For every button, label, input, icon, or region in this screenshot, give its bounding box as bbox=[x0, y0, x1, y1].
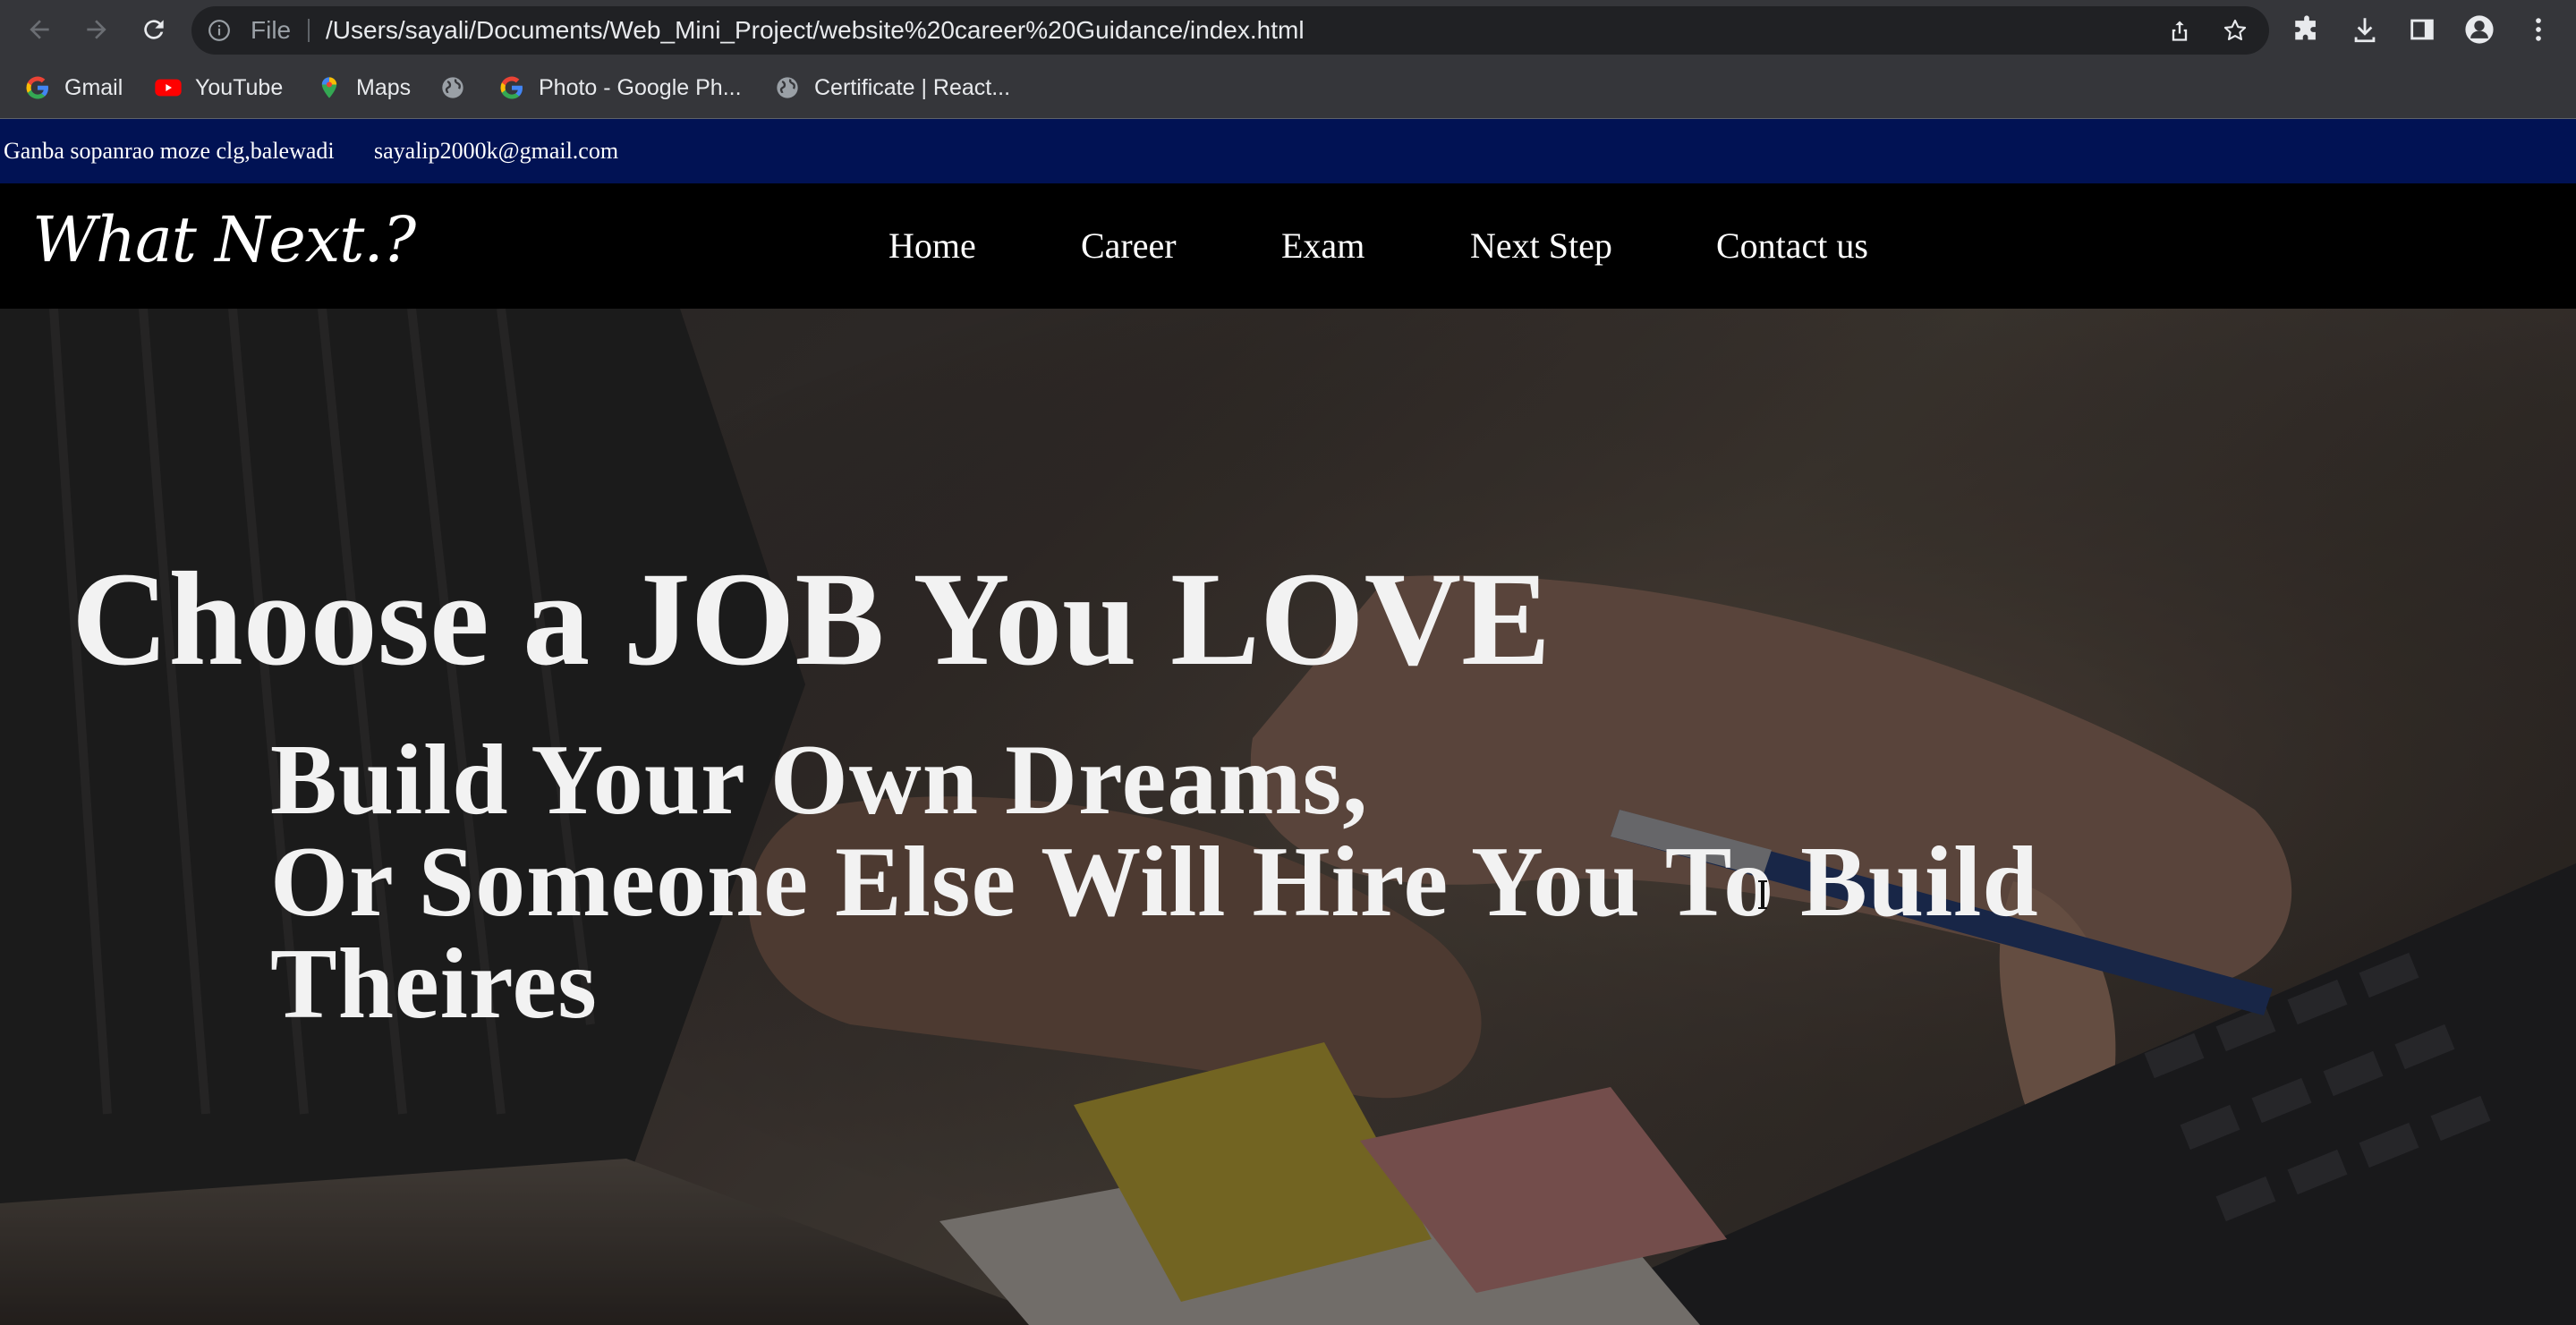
bookmark-globe[interactable] bbox=[438, 72, 480, 104]
reload-button[interactable] bbox=[136, 12, 172, 47]
bookmark-label: Photo - Google Ph... bbox=[539, 74, 742, 100]
text-cursor-icon bbox=[1758, 880, 1767, 909]
google-icon bbox=[497, 73, 526, 102]
share-icon[interactable] bbox=[2167, 18, 2192, 43]
bookmark-gmail[interactable]: Gmail bbox=[23, 72, 123, 104]
bookmark-label: YouTube bbox=[195, 74, 284, 100]
bookmark-certificate[interactable]: Certificate | React... bbox=[773, 72, 1010, 104]
address-bar[interactable]: File /Users/sayali/Documents/Web_Mini_Pr… bbox=[191, 6, 2269, 55]
arrow-left-icon bbox=[30, 20, 49, 39]
profile-avatar-icon[interactable] bbox=[2464, 14, 2495, 45]
download-icon[interactable] bbox=[2350, 14, 2380, 45]
star-icon[interactable] bbox=[2223, 18, 2248, 43]
bookmark-label: Certificate | React... bbox=[814, 74, 1011, 100]
info-icon[interactable] bbox=[208, 19, 231, 42]
bookmark-maps[interactable]: Maps bbox=[315, 72, 411, 104]
college-address: Ganba sopanrao moze clg,balewadi bbox=[4, 138, 335, 164]
bookmark-label: Gmail bbox=[64, 74, 123, 100]
arrow-right-icon bbox=[87, 20, 106, 39]
hero-section: Choose a JOB You LOVE Build Your Own Dre… bbox=[0, 309, 2576, 1325]
nav-exam[interactable]: Exam bbox=[1281, 183, 1365, 309]
nav-next-step[interactable]: Next Step bbox=[1470, 183, 1612, 309]
side-panel-icon[interactable] bbox=[2407, 14, 2437, 45]
hero-heading: Choose a JOB You LOVE bbox=[72, 545, 1552, 693]
nav-home[interactable]: Home bbox=[888, 183, 976, 309]
file-scheme-label: File bbox=[251, 16, 292, 44]
nav-contact-us[interactable]: Contact us bbox=[1716, 183, 1868, 309]
google-icon bbox=[23, 73, 52, 102]
youtube-icon bbox=[154, 73, 183, 102]
bookmark-youtube[interactable]: YouTube bbox=[154, 72, 283, 104]
nav-career[interactable]: Career bbox=[1081, 183, 1177, 309]
hero-subheading: Build Your Own Dreams, Or Someone Else W… bbox=[270, 729, 2039, 1035]
hero-subheading-line: Build Your Own Dreams, bbox=[270, 725, 1369, 836]
maps-pin-icon bbox=[315, 73, 344, 102]
hero-subheading-line: Or Someone Else Will Hire You To Build bbox=[270, 827, 2039, 938]
browser-toolbar: File /Users/sayali/Documents/Web_Mini_Pr… bbox=[0, 0, 2576, 59]
extensions-icon[interactable] bbox=[2291, 14, 2322, 45]
bookmark-label: Maps bbox=[356, 74, 412, 100]
site-navbar: What Next.? Home Career Exam Next Step C… bbox=[0, 183, 2576, 309]
more-menu-icon[interactable] bbox=[2523, 14, 2554, 45]
globe-icon bbox=[773, 73, 802, 102]
globe-icon bbox=[438, 73, 467, 102]
bookmarks-bar: Gmail YouTube Maps Photo - Google Ph... bbox=[0, 59, 2576, 118]
omnibox-divider bbox=[308, 19, 310, 42]
url-text[interactable]: /Users/sayali/Documents/Web_Mini_Project… bbox=[326, 6, 1305, 55]
contact-email[interactable]: sayalip2000k@gmail.com bbox=[374, 119, 618, 183]
back-button[interactable] bbox=[21, 12, 57, 47]
contact-topbar: Ganba sopanrao moze clg,balewadi sayalip… bbox=[0, 119, 2576, 183]
web-page: Ganba sopanrao moze clg,balewadi sayalip… bbox=[0, 119, 2576, 1325]
bookmark-google-photos[interactable]: Photo - Google Ph... bbox=[497, 72, 742, 104]
forward-button[interactable] bbox=[79, 12, 115, 47]
reload-icon bbox=[144, 20, 164, 39]
browser-chrome: File /Users/sayali/Documents/Web_Mini_Pr… bbox=[0, 0, 2576, 119]
hero-subheading-line: Theires bbox=[270, 929, 598, 1040]
site-logo[interactable]: What Next.? bbox=[32, 203, 416, 276]
